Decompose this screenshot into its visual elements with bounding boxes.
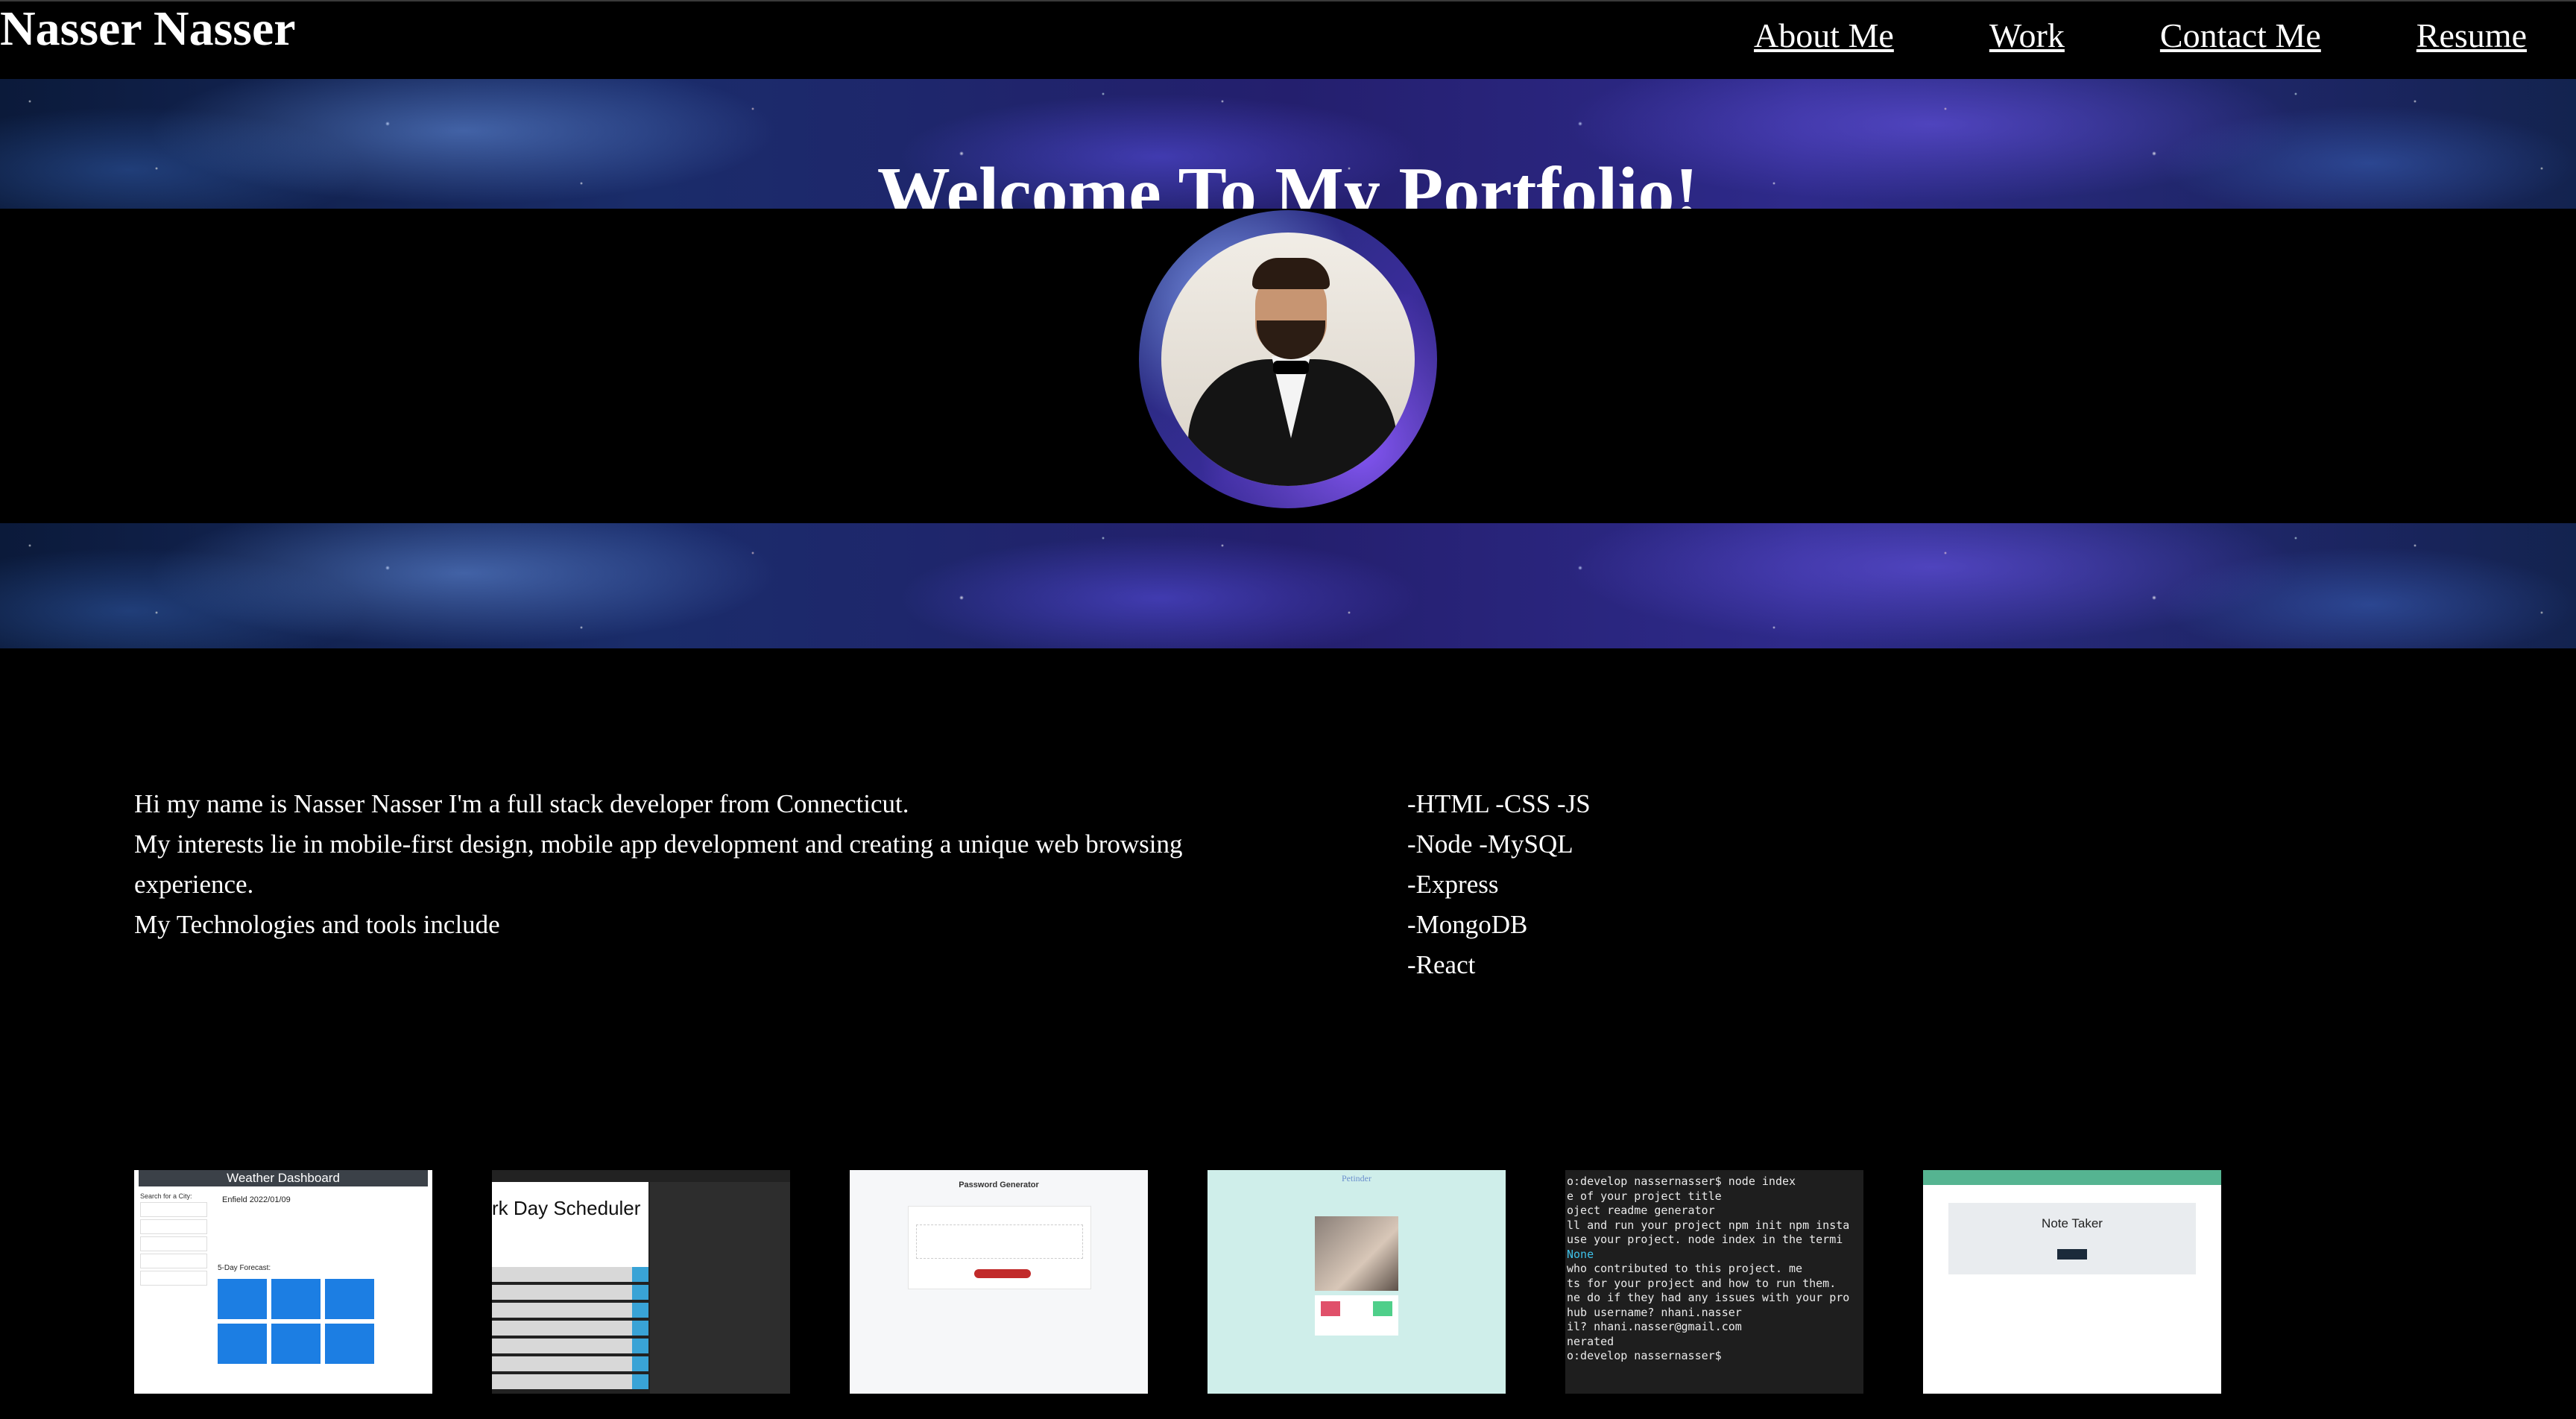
dislike-button bbox=[1321, 1301, 1340, 1316]
weather-city: Enfield 2022/01/09 bbox=[222, 1195, 291, 1204]
nav-work-link[interactable]: Work bbox=[1989, 13, 2065, 58]
petinder-title: Petinder bbox=[1342, 1173, 1371, 1183]
skill-item: -Node -MySQL bbox=[1407, 829, 1573, 859]
terminal-line: ne do if they had any issues with your p… bbox=[1567, 1291, 1850, 1304]
scheduler-rows bbox=[492, 1264, 648, 1389]
pet-photo bbox=[1315, 1216, 1398, 1291]
password-card bbox=[908, 1206, 1091, 1289]
skill-item: -React bbox=[1407, 950, 1476, 979]
profile-photo bbox=[1161, 233, 1415, 486]
hero-title: Welcome To My Portfolio! bbox=[877, 152, 1699, 209]
skill-item: -MongoDB bbox=[1407, 910, 1528, 939]
terminal-line: oject readme generator bbox=[1567, 1204, 1715, 1217]
terminal-line: who contributed to this project. me bbox=[1567, 1262, 1803, 1275]
project-readme-generator[interactable]: o:develop nassernasser$ node index e of y… bbox=[1565, 1170, 1863, 1394]
about-me-section: Hi my name is Nasser Nasser I'm a full s… bbox=[134, 784, 1252, 945]
hero-banner: Welcome To My Portfolio! bbox=[0, 79, 2576, 209]
scheduler-title: rk Day Scheduler bbox=[492, 1197, 641, 1219]
nav-resume-link[interactable]: Resume bbox=[2416, 13, 2527, 58]
devtools-panel bbox=[650, 1182, 790, 1394]
main-nav: About Me Work Contact Me Resume bbox=[1754, 13, 2527, 58]
terminal-line: nerated bbox=[1567, 1334, 1614, 1348]
decorative-space-banner bbox=[0, 523, 2576, 648]
terminal-line: None bbox=[1567, 1247, 1594, 1261]
terminal-line: o:develop nassernasser$ bbox=[1567, 1349, 1729, 1362]
note-title: Note Taker bbox=[2042, 1216, 2103, 1230]
password-title: Password Generator bbox=[959, 1181, 1039, 1189]
note-navbar bbox=[1923, 1170, 2221, 1185]
about-line-technologies: My Technologies and tools include bbox=[134, 910, 500, 939]
project-note-taker[interactable]: Note Taker bbox=[1923, 1170, 2221, 1394]
terminal-line: o:develop nassernasser$ node index bbox=[1567, 1175, 1796, 1188]
terminal-line: ts for your project and how to run them. bbox=[1567, 1276, 1837, 1290]
terminal-line: il? nhani.nasser@gmail.com bbox=[1567, 1320, 1742, 1333]
skills-list: -HTML -CSS -JS -Node -MySQL -Express -Mo… bbox=[1407, 784, 1591, 985]
brand-name: Nasser Nasser bbox=[0, 1, 296, 56]
terminal-line: use your project. node index in the term… bbox=[1567, 1233, 1843, 1246]
project-weather-dashboard[interactable]: Weather Dashboard Search for a City: Enf… bbox=[134, 1170, 432, 1394]
nav-contact-me-link[interactable]: Contact Me bbox=[2160, 13, 2321, 58]
terminal-line: hub username? nhani.nasser bbox=[1567, 1305, 1742, 1319]
project-password-generator[interactable]: Password Generator bbox=[850, 1170, 1148, 1394]
project-work-day-scheduler[interactable]: rk Day Scheduler bbox=[492, 1170, 790, 1394]
about-line-intro: Hi my name is Nasser Nasser I'm a full s… bbox=[134, 789, 909, 818]
work-gallery: Weather Dashboard Search for a City: Enf… bbox=[134, 1170, 2221, 1394]
get-started-button bbox=[2057, 1249, 2087, 1260]
about-line-interests: My interests lie in mobile-first design,… bbox=[134, 829, 1183, 899]
weather-title: Weather Dashboard bbox=[139, 1170, 428, 1186]
top-navbar: Nasser Nasser About Me Work Contact Me R… bbox=[0, 0, 2576, 79]
skill-item: -HTML -CSS -JS bbox=[1407, 789, 1591, 818]
nav-about-me-link[interactable]: About Me bbox=[1754, 13, 1894, 58]
profile-photo-frame bbox=[1139, 210, 1437, 508]
terminal-line: e of your project title bbox=[1567, 1189, 1722, 1203]
weather-sidebar: Search for a City: bbox=[140, 1192, 207, 1286]
project-petinder[interactable]: Petinder bbox=[1208, 1170, 1506, 1394]
forecast-tiles bbox=[218, 1279, 374, 1364]
skill-item: -Express bbox=[1407, 870, 1499, 899]
terminal-line: ll and run your project npm init npm ins… bbox=[1567, 1218, 1850, 1232]
weather-forecast-label: 5-Day Forecast: bbox=[218, 1264, 271, 1272]
like-button bbox=[1373, 1301, 1392, 1316]
generate-password-button bbox=[974, 1269, 1031, 1278]
note-jumbotron: Note Taker bbox=[1948, 1203, 2196, 1274]
